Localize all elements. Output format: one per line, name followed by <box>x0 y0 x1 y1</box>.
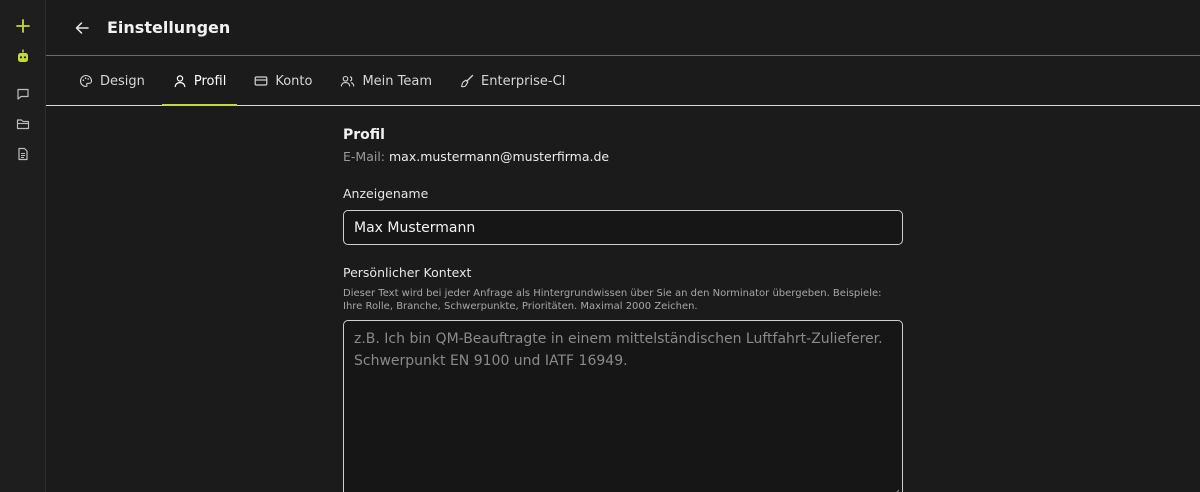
tab-konto[interactable]: Konto <box>243 57 323 105</box>
settings-main: Einstellungen Design Profil Konto Mein T… <box>46 0 1200 492</box>
section-title: Profil <box>343 127 385 143</box>
display-name-input[interactable]: Max Mustermann <box>343 210 903 245</box>
tab-design[interactable]: Design <box>68 57 156 105</box>
chat-icon <box>16 88 29 100</box>
brush-icon <box>460 74 474 88</box>
tab-profil[interactable]: Profil <box>161 57 238 106</box>
tab-mein-team-label: Mein Team <box>362 73 433 89</box>
settings-header: Einstellungen <box>46 0 1200 56</box>
app-window: Einstellungen Design Profil Konto Mein T… <box>0 0 1200 492</box>
tab-enterprise-ci-label: Enterprise-CI <box>481 73 566 89</box>
folders-button[interactable] <box>11 112 35 136</box>
context-help-text: Dieser Text wird bei jeder Anfrage als H… <box>343 288 882 312</box>
new-chat-button[interactable] <box>11 14 35 38</box>
document-icon <box>17 147 28 161</box>
context-label: Persönlicher Kontext <box>343 265 472 280</box>
settings-tabs: Design Profil Konto Mein Team Enterprise… <box>46 57 1200 106</box>
assistant-button[interactable] <box>11 44 35 68</box>
display-name-value: Max Mustermann <box>354 219 476 236</box>
user-icon <box>174 75 186 88</box>
folder-icon <box>16 119 29 130</box>
sidebar-rail <box>0 0 46 492</box>
tab-design-label: Design <box>100 73 145 89</box>
users-icon <box>341 75 355 87</box>
page-title: Einstellungen <box>107 18 231 37</box>
profile-section: Profil E-Mail: max.mustermann@musterfirm… <box>343 127 903 492</box>
tab-mein-team[interactable]: Mein Team <box>329 57 443 105</box>
documents-button[interactable] <box>11 142 35 166</box>
plus-icon <box>15 19 30 33</box>
tab-konto-label: Konto <box>275 73 313 89</box>
chats-button[interactable] <box>11 82 35 106</box>
credit-card-icon <box>254 76 268 86</box>
display-name-label: Anzeigename <box>343 186 429 201</box>
bot-icon <box>17 49 28 62</box>
context-placeholder: z.B. Ich bin QM-Beauftragte in einem mit… <box>354 331 883 369</box>
back-button[interactable] <box>73 19 91 37</box>
email-value: max.mustermann@musterfirma.de <box>389 149 610 164</box>
email-label: E-Mail: <box>343 149 386 164</box>
tab-enterprise-ci[interactable]: Enterprise-CI <box>449 57 576 105</box>
tab-profil-label: Profil <box>193 73 227 89</box>
context-textarea[interactable]: z.B. Ich bin QM-Beauftragte in einem mit… <box>343 320 903 492</box>
arrow-left-icon <box>75 21 89 34</box>
email-line: E-Mail: max.mustermann@musterfirma.de <box>343 149 903 164</box>
palette-icon <box>80 74 93 88</box>
